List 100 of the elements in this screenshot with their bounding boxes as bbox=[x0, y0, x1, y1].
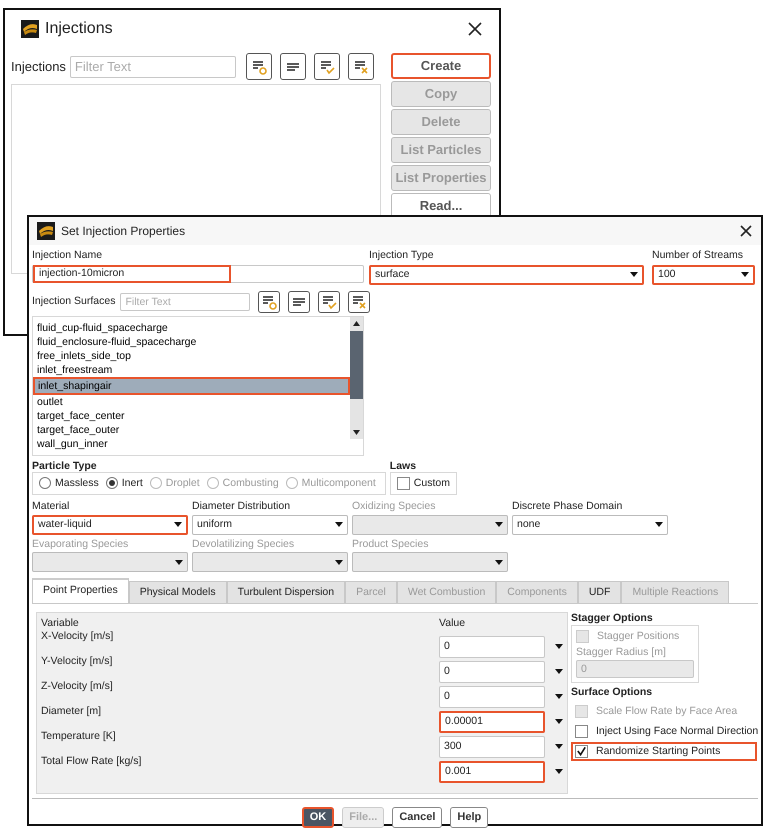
section-label: Laws bbox=[390, 460, 418, 472]
list-item[interactable]: inlet_shapingair bbox=[33, 376, 350, 395]
list-icon bbox=[293, 298, 306, 306]
radio-button[interactable] bbox=[106, 477, 118, 490]
column-header: Value bbox=[439, 616, 466, 630]
side-button[interactable]: Create bbox=[391, 53, 491, 79]
filter-list-icon bbox=[261, 294, 278, 310]
field-label: Discrete Phase Domain bbox=[512, 500, 624, 513]
toolbar-button[interactable] bbox=[348, 53, 374, 80]
toolbar-button[interactable] bbox=[280, 53, 306, 80]
dropdown-caret-icon[interactable] bbox=[555, 768, 563, 774]
variable-name: X-Velocity [m/s] bbox=[41, 630, 114, 644]
toolbar-button[interactable] bbox=[258, 290, 280, 313]
variable-name: Y-Velocity [m/s] bbox=[41, 654, 114, 669]
filter-field[interactable]: Filter Text bbox=[120, 292, 250, 311]
dropdown-caret-icon bbox=[335, 560, 343, 565]
list-item[interactable]: target_face_outer bbox=[33, 422, 350, 437]
list-item[interactable]: fluid_cup-fluid_spacecharge bbox=[33, 320, 350, 335]
checkbox-label: Custom bbox=[414, 477, 450, 490]
value-field[interactable]: 0 bbox=[439, 660, 545, 683]
number-field[interactable]: 100 bbox=[652, 264, 755, 285]
checkbox[interactable] bbox=[396, 477, 410, 490]
tab[interactable]: Point Properties bbox=[32, 578, 129, 603]
window-title: Set Injection Properties bbox=[61, 224, 186, 238]
dialog-button[interactable]: Cancel bbox=[392, 806, 442, 828]
app-icon bbox=[21, 20, 39, 38]
tab[interactable]: UDF bbox=[578, 581, 622, 603]
dropdown-caret-icon bbox=[495, 560, 503, 565]
value-field[interactable]: 300 bbox=[439, 736, 545, 758]
checkbox-label: Scale Flow Rate by Face Area bbox=[596, 704, 738, 718]
dropdown-caret-icon bbox=[655, 522, 663, 528]
filter-label: Injections bbox=[11, 58, 66, 74]
radio-button[interactable] bbox=[39, 477, 51, 490]
toolbar-button[interactable] bbox=[348, 290, 370, 313]
checkbox-label: Stagger Positions bbox=[597, 630, 680, 642]
dropdown-caret-icon[interactable] bbox=[555, 644, 563, 649]
list-icon bbox=[286, 62, 299, 70]
section-label: Surface Options bbox=[571, 686, 654, 699]
field-label: Oxidizing Species bbox=[352, 500, 436, 513]
field-value: injection-10micron bbox=[33, 264, 231, 283]
toolbar-button[interactable] bbox=[318, 290, 340, 313]
tab[interactable]: Turbulent Dispersion bbox=[226, 581, 346, 603]
variable-name: Total Flow Rate [kg/s] bbox=[41, 754, 142, 769]
checkbox-label: Inject Using Face Normal Direction bbox=[596, 724, 758, 738]
list-item[interactable]: fluid_enclosure-fluid_spacecharge bbox=[33, 334, 350, 349]
field-label: Stagger Radius [m] bbox=[576, 646, 667, 658]
dropdown-caret-icon bbox=[175, 560, 183, 565]
dropdown-caret-icon[interactable] bbox=[555, 744, 563, 749]
dropdown-caret-icon[interactable] bbox=[555, 668, 563, 674]
value-field[interactable]: 0.00001 bbox=[439, 710, 545, 733]
list-item[interactable]: inlet_freestream bbox=[33, 362, 350, 377]
close-icon bbox=[739, 224, 753, 238]
text-field[interactable]: injection-10micron bbox=[32, 264, 364, 283]
list-item[interactable]: target_face_center bbox=[33, 408, 350, 423]
field-label: Injection Name bbox=[32, 249, 104, 262]
variable-name: Diameter [m] bbox=[41, 704, 102, 719]
close-button[interactable] bbox=[739, 224, 753, 238]
dialog-button[interactable]: Help bbox=[450, 806, 488, 828]
filter-field[interactable]: Filter Text bbox=[70, 56, 236, 78]
radio-label: Multicomponent bbox=[302, 477, 376, 490]
toolbar-button[interactable] bbox=[288, 290, 310, 313]
dropdown-caret-icon[interactable] bbox=[555, 718, 563, 724]
dialog-button[interactable]: OK bbox=[302, 806, 334, 828]
dropdown[interactable]: none bbox=[512, 514, 668, 535]
dropdown[interactable]: water-liquid bbox=[32, 514, 188, 535]
toolbar-button[interactable] bbox=[314, 53, 340, 80]
dropdown-caret-icon bbox=[335, 522, 343, 528]
close-button[interactable] bbox=[467, 21, 483, 37]
value-field[interactable]: 0 bbox=[439, 686, 545, 708]
list-item[interactable]: outlet bbox=[33, 394, 350, 409]
field-label: Number of Streams bbox=[652, 249, 744, 262]
checkbox[interactable] bbox=[575, 724, 588, 738]
select-all-icon bbox=[318, 58, 335, 74]
dropdown-caret-icon bbox=[174, 522, 182, 528]
field-label: Injection Type bbox=[369, 249, 435, 262]
toolbar-button[interactable] bbox=[246, 53, 272, 80]
checkbox[interactable] bbox=[575, 744, 588, 758]
field-label: Material bbox=[32, 500, 70, 513]
list-item[interactable]: wall_gun_inner bbox=[33, 436, 350, 451]
field-label: Devolatilizing Species bbox=[192, 538, 296, 550]
field-label: Product Species bbox=[352, 538, 430, 550]
filter-list-icon bbox=[250, 58, 267, 74]
list-item[interactable]: free_inlets_side_top bbox=[33, 348, 350, 363]
variable-name: Z-Velocity [m/s] bbox=[41, 680, 114, 694]
dropdown[interactable]: uniform bbox=[192, 514, 348, 535]
field-label: Diameter Distribution bbox=[192, 500, 292, 513]
close-icon bbox=[467, 21, 483, 37]
dropdown[interactable]: surface bbox=[369, 264, 644, 285]
dropdown-caret-icon bbox=[495, 522, 503, 528]
field-label: Injection Surfaces bbox=[32, 295, 116, 308]
select-all-icon bbox=[321, 294, 338, 310]
deselect-all-icon bbox=[351, 294, 368, 310]
dropdown-caret-icon[interactable] bbox=[555, 694, 563, 699]
value-field[interactable]: 0 bbox=[439, 636, 545, 658]
value-field[interactable]: 0.001 bbox=[439, 760, 545, 783]
app-icon bbox=[37, 222, 55, 240]
tab[interactable]: Physical Models bbox=[128, 581, 227, 603]
dropdown-caret-icon bbox=[741, 272, 749, 278]
dropdown-caret-icon bbox=[630, 272, 638, 278]
section-label: Particle Type bbox=[32, 460, 98, 472]
